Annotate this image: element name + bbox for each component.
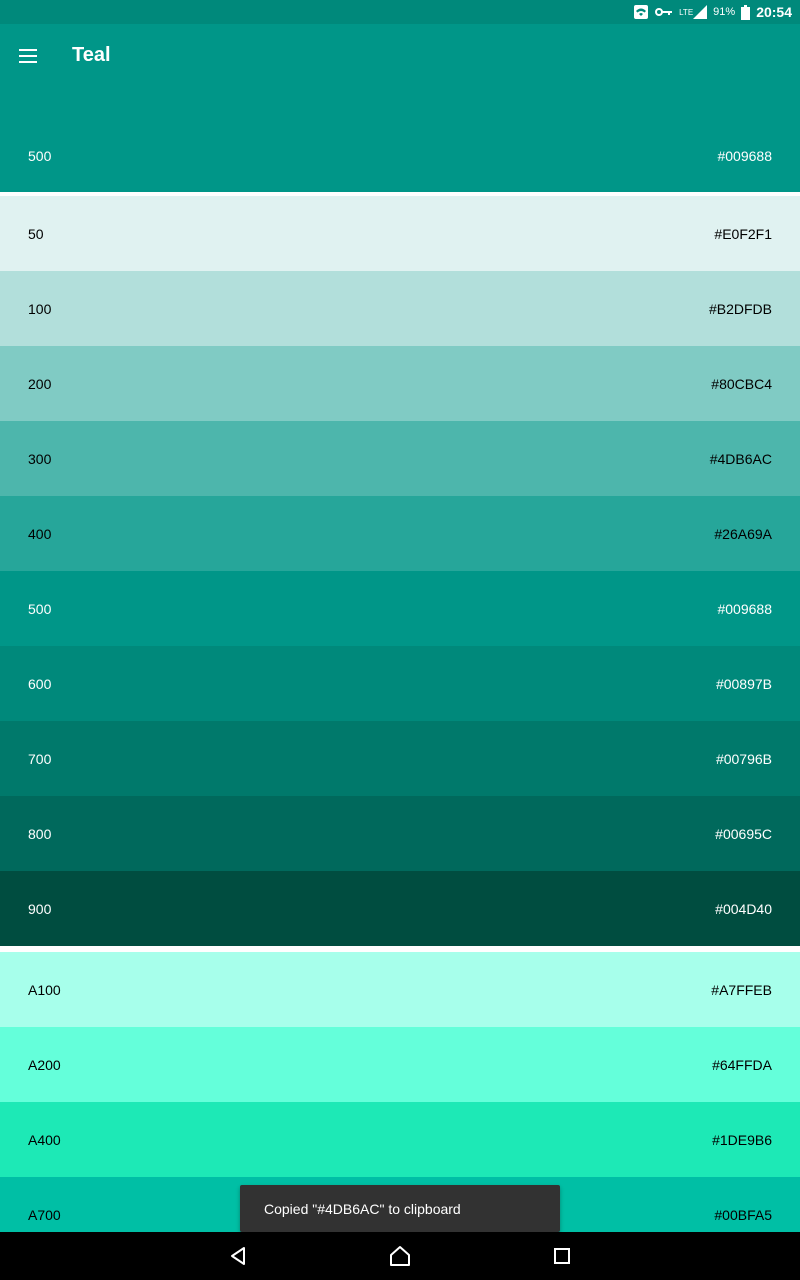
menu-button[interactable] [10,38,46,74]
swatch-name: A200 [28,1056,61,1073]
primary-swatch[interactable]: 500 #009688 [0,128,800,184]
swatch-300[interactable]: 300 #4DB6AC [0,421,800,496]
back-button[interactable] [157,1232,319,1280]
swatch-name: 900 [28,900,52,917]
swatch-hex: #00BFA5 [714,1206,772,1223]
swatch-800[interactable]: 800 #00695C [0,796,800,871]
swatch-name: 50 [28,225,44,242]
swatch-name: 100 [28,300,52,317]
snackbar: Copied "#4DB6AC" to clipboard [240,1185,560,1232]
swatch-500[interactable]: 500 #009688 [0,571,800,646]
home-button[interactable] [319,1232,481,1280]
lte-label: LTE [679,7,694,17]
swatch-name: 300 [28,450,52,467]
swatch-hex: #009688 [717,600,772,617]
swatch-50[interactable]: 50 #E0F2F1 [0,196,800,271]
navigation-bar [0,1232,800,1280]
swatch-name: 500 [28,148,52,164]
status-bar: LTE 91% 20:54 [0,0,800,24]
recents-button[interactable] [481,1232,643,1280]
swatch-700[interactable]: 700 #00796B [0,721,800,796]
swatch-name: A400 [28,1131,61,1148]
swatch-hex: #26A69A [714,525,772,542]
swatch-600[interactable]: 600 #00897B [0,646,800,721]
home-icon [390,1246,410,1266]
swatch-name: 600 [28,675,52,692]
signal-icon: LTE [679,5,708,19]
swatch-hex: #00796B [715,750,772,767]
swatch-hex: #A7FFEB [711,981,772,998]
swatch-hex: #1DE9B6 [712,1131,772,1148]
battery-icon [741,4,751,20]
app-bar: Teal 500 #009688 [0,24,800,192]
swatch-name: 200 [28,375,52,392]
swatch-hex: #004D40 [715,900,772,917]
swatch-hex: #B2DFDB [708,300,772,317]
swatch-400[interactable]: 400 #26A69A [0,496,800,571]
swatch-hex: #00897B [715,675,772,692]
recents-icon [554,1248,570,1264]
swatch-hex: #00695C [715,825,772,842]
swatch-name: 700 [28,750,52,767]
snackbar-message: Copied "#4DB6AC" to clipboard [264,1200,461,1217]
page-title: Teal [72,44,111,66]
swatch-hex: #80CBC4 [711,375,772,392]
vpn-key-icon [655,6,673,18]
swatch-hex: #64FFDA [712,1056,772,1073]
battery-percent: 91% [713,6,736,18]
swatch-hex: #009688 [717,148,772,164]
clock: 20:54 [756,4,792,20]
back-icon [231,1247,245,1265]
swatch-a400[interactable]: A400 #1DE9B6 [0,1102,800,1177]
swatch-900[interactable]: 900 #004D40 [0,871,800,946]
swatch-a100[interactable]: A100 #A7FFEB [0,952,800,1027]
swatch-100[interactable]: 100 #B2DFDB [0,271,800,346]
swatch-name: 500 [28,600,52,617]
swatch-name: A100 [28,981,61,998]
swatch-200[interactable]: 200 #80CBC4 [0,346,800,421]
wifi-icon [633,4,649,20]
swatch-name: 800 [28,825,52,842]
swatch-hex: #4DB6AC [709,450,772,467]
swatch-a200[interactable]: A200 #64FFDA [0,1027,800,1102]
swatch-list: 50 #E0F2F1 100 #B2DFDB 200 #80CBC4 300 #4DB6AC 4… [0,196,800,1252]
swatch-name: A700 [28,1206,61,1223]
swatch-hex: #E0F2F1 [714,225,772,242]
swatch-name: 400 [28,525,52,542]
hamburger-menu-icon [19,49,37,63]
